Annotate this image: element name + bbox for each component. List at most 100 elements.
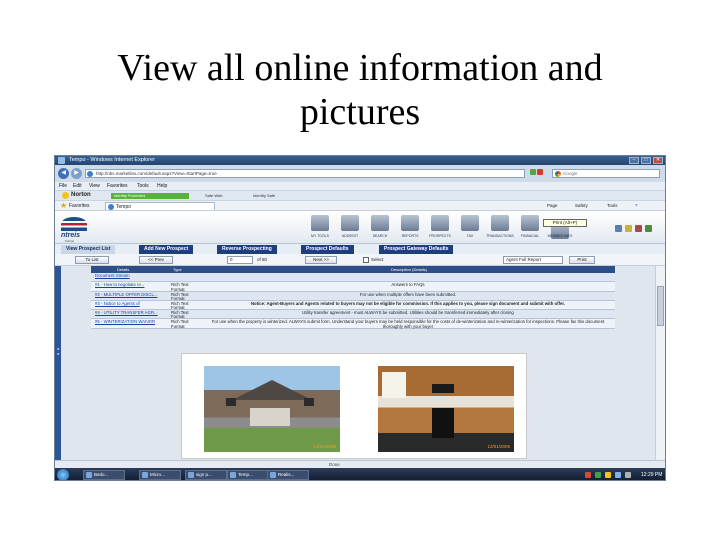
- logout-icon[interactable]: [635, 225, 642, 232]
- column-header: Type: [173, 267, 182, 272]
- search-placeholder: Google: [563, 171, 578, 176]
- minimize-button[interactable]: –: [629, 157, 639, 164]
- page-count: of 80: [257, 257, 268, 262]
- address-text: http://nbs.marketlinx.com/default.aspx?V…: [96, 171, 217, 176]
- tray-icon[interactable]: [585, 472, 591, 478]
- table-header: Details Type Description (Details): [91, 266, 615, 273]
- taskbar-item[interactable]: Realis...: [267, 470, 309, 480]
- document-link[interactable]: #2 - MULTIPLE OFFER DISCL...: [95, 292, 161, 297]
- garage-door-shape: [250, 408, 290, 426]
- add-edit-icon[interactable]: [341, 215, 359, 231]
- tools-menu[interactable]: Tools: [607, 203, 618, 208]
- address-input[interactable]: http://nbs.marketlinx.com/default.aspx?V…: [85, 169, 525, 178]
- page-number-input[interactable]: 0: [227, 256, 253, 264]
- stop-icon[interactable]: [537, 169, 543, 175]
- toolbar-label: PROSPECTS: [429, 234, 451, 238]
- volume-icon[interactable]: [625, 472, 631, 478]
- window-titlebar: Tempo - Windows Internet Explorer – □ ✕: [55, 156, 665, 165]
- taskbar-item[interactable]: Bedo...: [83, 470, 125, 480]
- tray-icon[interactable]: [615, 472, 621, 478]
- document-description: Answers to FAQs: [391, 282, 425, 288]
- document-type: Rich Text Format: [171, 300, 189, 311]
- report-select[interactable]: Agent Full Report: [503, 256, 563, 264]
- ie-icon: [58, 157, 65, 164]
- forward-button[interactable]: ▶: [71, 168, 82, 179]
- maximize-button[interactable]: □: [641, 157, 651, 164]
- search-icon[interactable]: [371, 215, 389, 231]
- norton-identity-button[interactable]: Identity Safe: [253, 193, 275, 198]
- tax-icon[interactable]: [461, 215, 479, 231]
- select-checkbox[interactable]: [363, 257, 369, 263]
- page-menu[interactable]: Page: [547, 203, 558, 208]
- back-button[interactable]: ◀: [58, 168, 69, 179]
- to-list-button[interactable]: To List: [75, 256, 109, 264]
- toolbar-label: REPORTS: [401, 234, 419, 238]
- mail-icon[interactable]: [625, 225, 632, 232]
- menu-favorites[interactable]: Favorites: [107, 183, 128, 189]
- prev-button[interactable]: << Prev: [139, 256, 173, 264]
- reports-icon[interactable]: [401, 215, 419, 231]
- slide-title-line-1: View all online information and: [117, 47, 603, 89]
- document-link[interactable]: #3 - Notice to Agents of: [95, 301, 161, 306]
- my-tools-icon[interactable]: [311, 215, 329, 231]
- menu-tools[interactable]: Tools: [137, 183, 149, 189]
- favorites-label[interactable]: Favorites: [69, 203, 90, 209]
- taskbar-item[interactable]: sign p...: [185, 470, 227, 480]
- photo-date: 12/01/2009: [313, 444, 336, 449]
- print-button[interactable]: Print: [569, 256, 595, 264]
- next-button[interactable]: Next >>: [305, 256, 337, 264]
- table-row: #3 - Notice to Agents of Rich Text Forma…: [91, 300, 615, 311]
- menu-edit[interactable]: Edit: [73, 183, 82, 189]
- tab-add-new-prospect[interactable]: Add New Prospect: [139, 245, 194, 254]
- taskbar-item[interactable]: Temp...: [227, 470, 269, 480]
- refresh-icon[interactable]: [645, 225, 652, 232]
- kitchen-photo[interactable]: 12/01/2009: [378, 366, 514, 452]
- transactions-icon[interactable]: [491, 215, 509, 231]
- favorites-star-icon[interactable]: ★: [60, 201, 67, 210]
- document-link[interactable]: Document Stream: [95, 273, 161, 278]
- menu-file[interactable]: File: [59, 183, 67, 189]
- table-row: #4 - UTILITY TRANSFER AGR... Rich Text F…: [91, 310, 615, 320]
- tab-reverse-prospecting[interactable]: Reverse Prospecting: [217, 245, 277, 254]
- address-actions: [530, 169, 550, 178]
- start-button[interactable]: [57, 469, 69, 480]
- norton-status[interactable]: Identity Protected: [111, 193, 189, 199]
- document-link[interactable]: #4 - UTILITY TRANSFER AGR...: [95, 310, 161, 315]
- photo-date: 12/01/2009: [487, 444, 510, 449]
- safety-menu[interactable]: Safety: [575, 203, 588, 208]
- status-bar: Done: [55, 460, 665, 468]
- vertical-scrollbar[interactable]: [655, 266, 665, 460]
- prospects-icon[interactable]: [431, 215, 449, 231]
- search-input[interactable]: Google: [552, 169, 660, 178]
- collapse-panel-strip[interactable]: ▸▸: [55, 266, 61, 460]
- tray-icon[interactable]: [605, 472, 611, 478]
- refresh-icon[interactable]: [530, 169, 536, 175]
- slide-title: View all online information and pictures: [60, 46, 660, 134]
- tray-icon[interactable]: [595, 472, 601, 478]
- list-controls: To List << Prev 0 of 80 Next >> Select A…: [55, 254, 665, 266]
- document-description: For use when the property is winterized.…: [211, 319, 605, 329]
- tab-view-prospect-list[interactable]: View Prospect List: [61, 245, 116, 254]
- document-link[interactable]: #5 - WINTERIZATION WAIVER: [95, 320, 161, 325]
- app-header: ntreis listings MY TOOLS ADD/EDIT SEARCH…: [55, 210, 665, 243]
- home-icon[interactable]: [615, 225, 622, 232]
- help-icon[interactable]: ?: [635, 203, 638, 208]
- table-row: Document Stream: [91, 273, 615, 283]
- browser-screenshot: Tempo - Windows Internet Explorer – □ ✕ …: [54, 155, 666, 481]
- select-label: Select: [371, 257, 384, 262]
- norton-safe-web-button[interactable]: Safe Web: [205, 193, 223, 198]
- norton-toolbar: Norton Identity Protected Safe Web Ident…: [55, 190, 665, 200]
- menu-view[interactable]: View: [89, 183, 100, 189]
- document-link[interactable]: #1 - How to negotiate re...: [95, 282, 161, 287]
- table-body: Document Stream #1 - How to negotiate re…: [91, 273, 615, 329]
- close-button[interactable]: ✕: [653, 157, 663, 164]
- tab-prospect-defaults[interactable]: Prospect Defaults: [301, 245, 354, 254]
- scrollbar-thumb[interactable]: [657, 286, 664, 326]
- menu-help[interactable]: Help: [157, 183, 167, 189]
- taskbar-item[interactable]: Micro...: [139, 470, 181, 480]
- tab-prospect-gateway-defaults[interactable]: Prospect Gateway Defaults: [379, 245, 454, 254]
- financial-icon[interactable]: [521, 215, 539, 231]
- house-exterior-photo[interactable]: 12/01/2009: [204, 366, 340, 452]
- document-type: Rich Text Format: [171, 291, 189, 301]
- toolbar-label: TAX: [466, 234, 474, 238]
